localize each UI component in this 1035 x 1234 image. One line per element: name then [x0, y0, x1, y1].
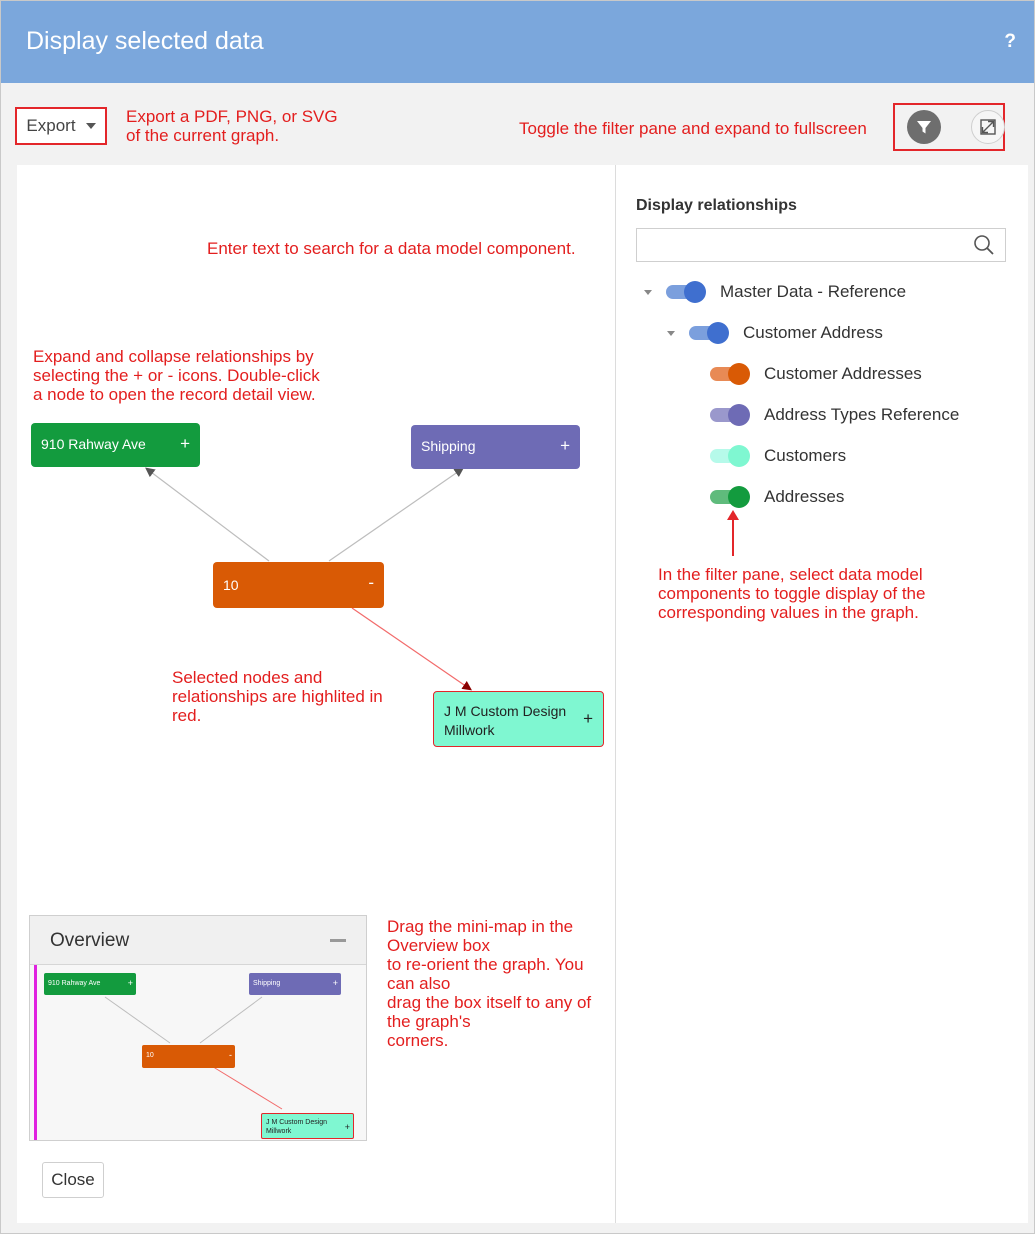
tree-item-master-data[interactable]: Master Data - Reference [644, 280, 906, 304]
node-center-collapse[interactable]: - [368, 573, 374, 593]
toggle-customer-address[interactable] [689, 322, 729, 344]
tree-item-customers[interactable]: Customers [710, 444, 846, 468]
tree-item-label: Address Types Reference [764, 405, 960, 424]
export-annotation: Export a PDF, PNG, or SVG of the current… [126, 107, 338, 145]
search-input[interactable] [645, 233, 969, 259]
tree-item-label: Master Data - Reference [720, 282, 907, 301]
tree-item-label: Customers [764, 446, 847, 465]
toggle-master-data[interactable] [666, 281, 706, 303]
expand-icon [980, 119, 996, 135]
node-customer-expand[interactable]: + [583, 709, 593, 729]
toggle-addresses[interactable] [710, 486, 750, 508]
minimize-icon[interactable] [330, 939, 346, 942]
toggle-customer-addresses[interactable] [710, 363, 750, 385]
caret-down-icon[interactable] [644, 289, 652, 295]
dialog-header: Display selected data ? [1, 1, 1034, 83]
minimap-node-address: 910 Rahway Ave + [44, 973, 136, 995]
node-address-expand[interactable]: + [180, 434, 190, 454]
node-shipping-expand[interactable]: + [560, 436, 570, 456]
overview-minimap[interactable]: 910 Rahway Ave + Shipping + 10- J M Custom… [30, 965, 366, 1140]
filter-toggle-button[interactable] [907, 110, 941, 144]
filter-icon [917, 121, 931, 134]
tree-item-customer-address[interactable]: Customer Address [667, 321, 883, 345]
fullscreen-button[interactable] [971, 110, 1005, 144]
filter-pane-title: Display relationships [636, 197, 797, 214]
search-box[interactable] [636, 228, 1006, 262]
tree-item-customer-addresses[interactable]: Customer Addresses [710, 362, 922, 386]
node-center-label: 10 [223, 577, 239, 593]
annotation-arrow [727, 510, 739, 556]
edge-center-address [145, 467, 270, 562]
search-icon[interactable] [973, 234, 995, 256]
display-selected-data-dialog: Display selected data ? Export Export a … [0, 0, 1035, 1234]
minimap-node-shipping: Shipping + [249, 973, 341, 995]
minimap-node-customer: J M Custom Design Millwork + [261, 1113, 354, 1139]
minimap-node-center: 10- [142, 1045, 235, 1068]
node-address-label: 910 Rahway Ave [41, 436, 146, 452]
toggle-customers[interactable] [710, 445, 750, 467]
node-shipping-label: Shipping [421, 438, 476, 454]
tree-item-label: Customer Address [743, 323, 883, 342]
filter-annotation: In the filter pane, select data model co… [658, 565, 926, 622]
export-button[interactable]: Export [15, 107, 107, 145]
overview-title: Overview [50, 930, 130, 951]
close-button[interactable]: Close [42, 1162, 104, 1198]
selected-annotation: Selected nodes and relationships are hig… [172, 668, 383, 725]
graph-canvas[interactable]: Enter text to search for a data model co… [17, 165, 615, 1223]
node-center[interactable]: 10 - [213, 562, 384, 608]
node-shipping[interactable]: Shipping + [411, 425, 580, 469]
help-icon[interactable]: ? [1004, 31, 1016, 53]
tree-item-label: Addresses [764, 487, 845, 506]
tree-item-addresses[interactable]: Addresses [710, 485, 844, 509]
node-address[interactable]: 910 Rahway Ave + [31, 423, 200, 467]
tree-item-address-types[interactable]: Address Types Reference [710, 403, 959, 427]
tree-item-label: Customer Addresses [764, 364, 922, 383]
chevron-down-icon [85, 123, 96, 129]
overview-annotation: Drag the mini-map in the Overview box to… [387, 917, 592, 1050]
node-customer[interactable]: J M Custom Design Millwork + [433, 691, 604, 747]
caret-down-icon[interactable] [667, 330, 675, 336]
export-label: Export [26, 116, 76, 135]
filter-pane: Display relationships Master Data - Refe… [615, 165, 1028, 1223]
toggle-address-types[interactable] [710, 404, 750, 426]
toolbar: Export Export a PDF, PNG, or SVG of the … [1, 83, 1034, 163]
dialog-title: Display selected data [26, 27, 264, 55]
overview-panel[interactable]: Overview 910 Rahway Ave+ Shipping+ 10- [29, 915, 367, 1141]
toggle-annotation: Toggle the filter pane and expand to ful… [519, 119, 867, 138]
node-customer-label: J M Custom Design Millwork [444, 703, 567, 738]
edge-center-shipping [328, 467, 464, 562]
overview-header[interactable]: Overview [30, 916, 366, 965]
